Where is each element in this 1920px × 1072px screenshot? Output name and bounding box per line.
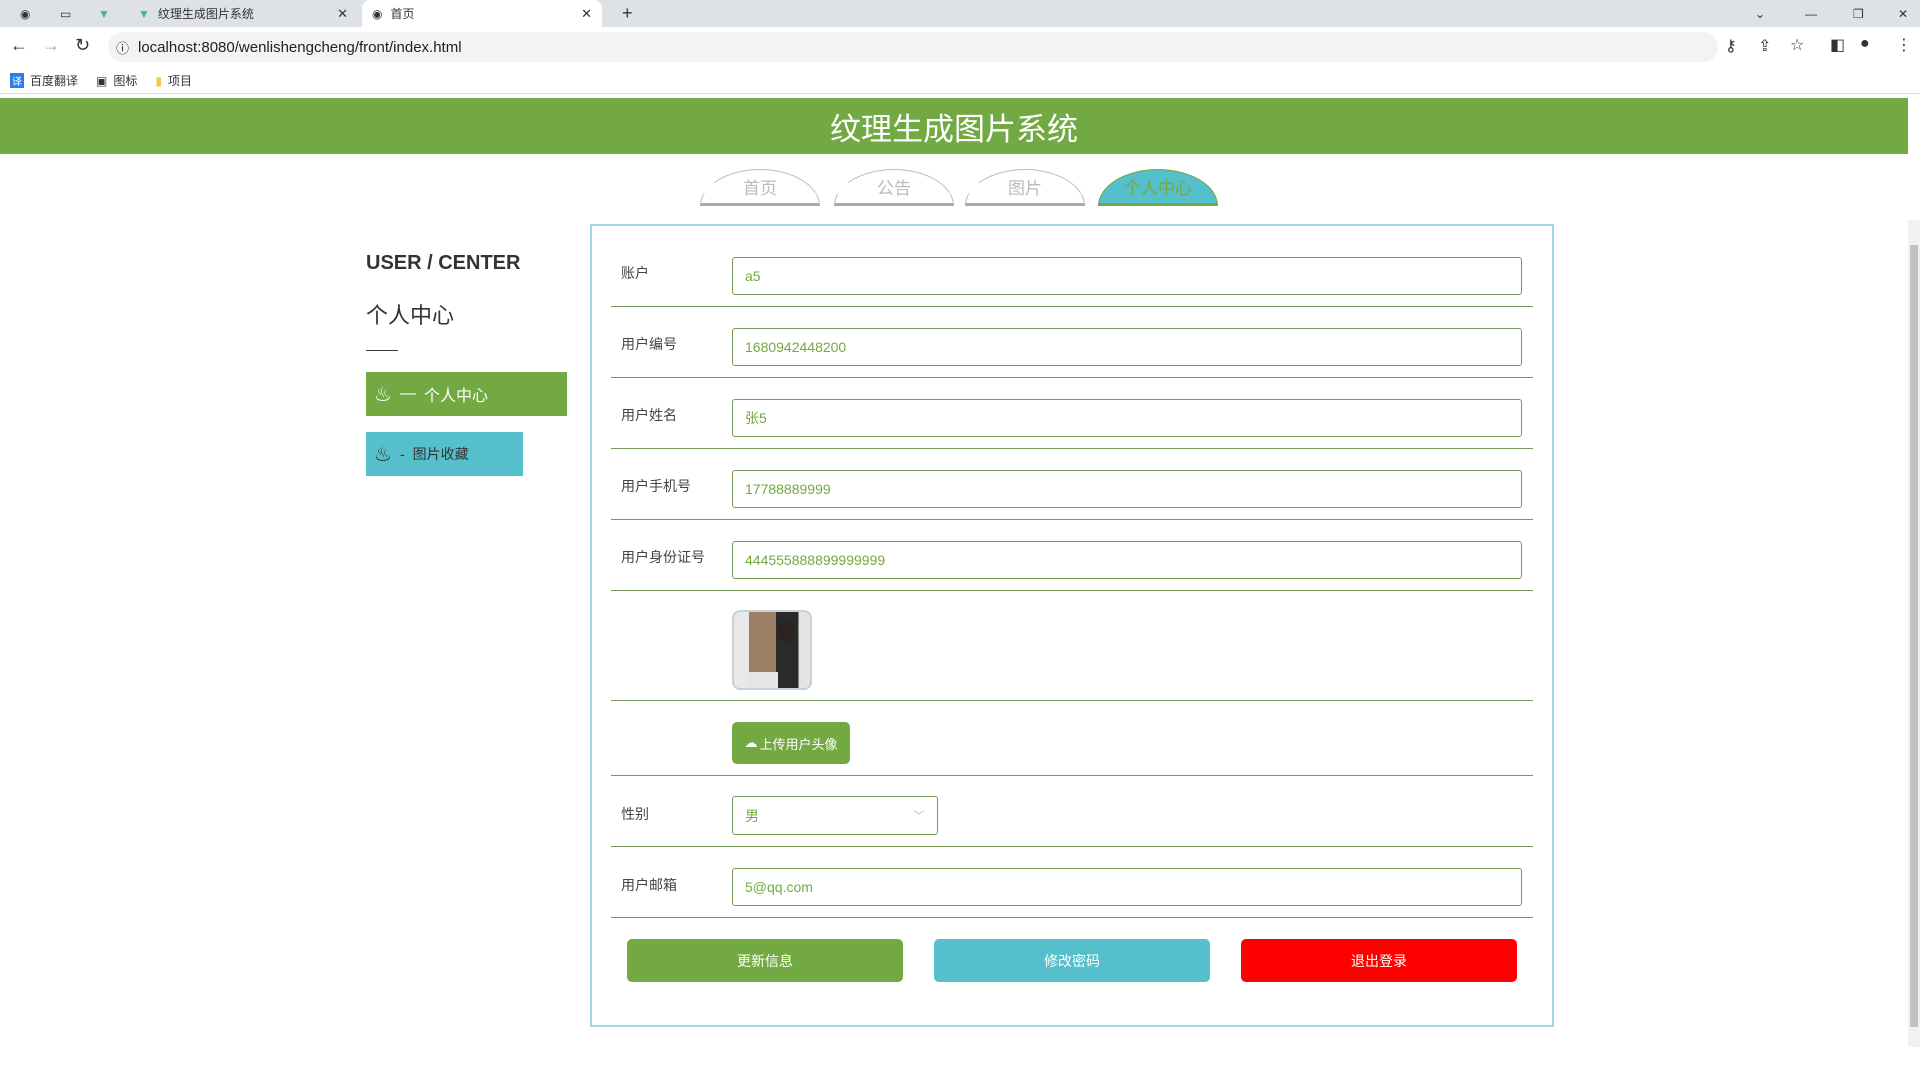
browser-tab-bar: ◉ ▭ ▼ ▼ 纹理生成图片系统 ✕ ◉ 首页 ✕ + ⌄ — ❐ ✕ [0, 0, 1920, 27]
account-input[interactable]: a5 [732, 257, 1522, 295]
bookmark-icons[interactable]: ▣ 图标 [96, 72, 137, 89]
flame-icon: ♨ [374, 383, 392, 406]
row-divider [611, 448, 1533, 449]
page-icon: ▭ [60, 6, 72, 21]
folder-icon: ▮ [155, 73, 162, 88]
sidebar-item-user-center[interactable]: ♨ — 个人中心 [366, 372, 567, 416]
page-scrollbar[interactable] [1908, 220, 1920, 1047]
row-divider [611, 775, 1533, 776]
nav-tab-home[interactable]: 首页 [700, 169, 820, 206]
address-bar-row: ← → ↻ ⓘ localhost:8080/wenlishengcheng/fr… [0, 27, 1920, 68]
phone-input[interactable]: 17788889999 [732, 470, 1522, 508]
bookmarks-bar: 译百度翻译 ▣ 图标 ▮ 项目 [0, 68, 1920, 94]
pinned-tab[interactable]: ▼ [88, 0, 120, 27]
new-tab-button[interactable]: + [612, 0, 643, 27]
id-card-label: 用户身份证号 [621, 549, 705, 565]
update-info-button[interactable]: 更新信息 [627, 939, 903, 982]
row-divider [611, 917, 1533, 918]
email-label: 用户邮箱 [621, 877, 677, 893]
close-tab-icon[interactable]: ✕ [337, 6, 348, 22]
row-divider [611, 306, 1533, 307]
change-password-button[interactable]: 修改密码 [934, 939, 1210, 982]
row-divider [611, 377, 1533, 378]
site-header: 纹理生成图片系统 [0, 98, 1908, 154]
reload-icon[interactable]: ↻ [75, 35, 90, 56]
row-divider [611, 519, 1533, 520]
logout-button[interactable]: 退出登录 [1241, 939, 1517, 982]
id-card-input[interactable]: 444555888899999999 [732, 541, 1522, 579]
minimize-button[interactable]: — [1795, 0, 1827, 27]
info-icon: ⓘ [116, 40, 130, 56]
sidepanel-icon[interactable]: ◧ [1830, 35, 1845, 55]
name-label: 用户姓名 [621, 407, 677, 423]
sidebar-title: USER / CENTER [366, 252, 521, 274]
key-icon[interactable]: ⚷ [1725, 36, 1737, 56]
row-divider [611, 846, 1533, 847]
pinned-tab[interactable]: ▭ [50, 0, 81, 27]
row-divider [611, 590, 1533, 591]
row-divider [611, 700, 1533, 701]
gender-label: 性别 [621, 806, 649, 822]
globe-icon: ◉ [20, 6, 31, 21]
translate-icon: 译 [10, 73, 24, 88]
nav-tab-images[interactable]: 图片 [965, 169, 1085, 206]
pinned-tab[interactable]: ◉ [10, 0, 40, 27]
sidebar-item-favorites[interactable]: ♨ - 图片收藏 [366, 432, 523, 476]
star-icon[interactable]: ☆ [1790, 35, 1804, 55]
restore-button[interactable]: ❐ [1843, 0, 1874, 27]
globe-icon: ◉ [372, 6, 383, 21]
phone-label: 用户手机号 [621, 478, 691, 494]
flame-icon: ♨ [374, 443, 392, 466]
bookmark-project[interactable]: ▮ 项目 [155, 72, 192, 89]
close-tab-icon[interactable]: ✕ [581, 6, 592, 22]
back-icon[interactable]: ← [10, 35, 28, 56]
nav-tab-user-center[interactable]: 个人中心 [1098, 169, 1218, 206]
vue-icon: ▼ [138, 6, 150, 21]
name-input[interactable]: 张5 [732, 399, 1522, 437]
forward-icon[interactable]: → [42, 35, 60, 56]
url-input[interactable]: ⓘ localhost:8080/wenlishengcheng/front/in… [108, 32, 1718, 62]
scrollbar-thumb[interactable] [1910, 245, 1918, 1027]
nav-tab-notice[interactable]: 公告 [834, 169, 954, 206]
browser-tab-active[interactable]: ◉ 首页 ✕ [362, 0, 602, 27]
bookmark-baidu-translate[interactable]: 译百度翻译 [10, 72, 78, 89]
email-input[interactable]: 5@qq.com [732, 868, 1522, 906]
gender-select[interactable]: 男 ﹀ [732, 796, 938, 835]
site-title: 纹理生成图片系统 [830, 111, 1078, 147]
user-no-input[interactable]: 1680942448200 [732, 328, 1522, 366]
chevron-down-icon: ﹀ [912, 809, 925, 823]
user-no-label: 用户编号 [621, 336, 677, 352]
sidebar-subtitle: 个人中心 [366, 303, 455, 328]
profile-icon[interactable]: ● [1860, 35, 1870, 53]
menu-icon[interactable]: ⋮ [1896, 35, 1912, 55]
avatar-image [732, 610, 812, 690]
cloud-upload-icon: ☁ [744, 735, 758, 750]
close-window-button[interactable]: ✕ [1888, 0, 1918, 27]
upload-avatar-button[interactable]: ☁ 上传用户头像 [732, 722, 850, 764]
vue-icon: ▼ [98, 6, 110, 21]
share-icon[interactable]: ⇪ [1758, 36, 1771, 56]
divider [366, 350, 398, 351]
tab-search-icon[interactable]: ⌄ [1745, 0, 1775, 27]
account-label: 账户 [621, 265, 649, 281]
browser-tab[interactable]: ▼ 纹理生成图片系统 ✕ [128, 0, 358, 27]
flag-icon: ▣ [96, 73, 108, 88]
